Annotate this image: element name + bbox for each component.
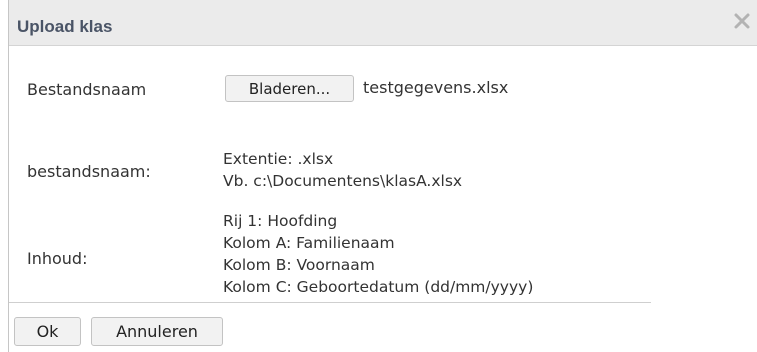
content-row-1-info: Rij 1: Hoofding bbox=[223, 212, 338, 230]
dialog-title: Upload klas bbox=[17, 17, 113, 36]
upload-dialog: Upload klas Bestandsnaam Bladeren... tes… bbox=[8, 0, 757, 352]
browse-button[interactable]: Bladeren... bbox=[225, 75, 354, 102]
column-b-info: Kolom B: Voornaam bbox=[223, 256, 375, 274]
column-a-info: Kolom A: Familienaam bbox=[223, 234, 395, 252]
content-label: Inhoud: bbox=[27, 249, 88, 268]
extension-info: Extentie: .xlsx bbox=[223, 150, 334, 168]
example-path-info: Vb. c:\Documentens\klasA.xlsx bbox=[223, 172, 463, 190]
column-c-info: Kolom C: Geboortedatum (dd/mm/yyyy) bbox=[223, 278, 534, 296]
filename-info-label: bestandsnaam: bbox=[27, 162, 151, 181]
cancel-button[interactable]: Annuleren bbox=[91, 317, 223, 346]
ok-button[interactable]: Ok bbox=[14, 317, 81, 346]
close-icon[interactable] bbox=[733, 12, 751, 30]
file-label: Bestandsnaam bbox=[27, 80, 147, 99]
dialog-titlebar[interactable]: Upload klas bbox=[9, 0, 757, 46]
footer-divider bbox=[9, 302, 651, 303]
selected-filename: testgegevens.xlsx bbox=[363, 78, 509, 97]
